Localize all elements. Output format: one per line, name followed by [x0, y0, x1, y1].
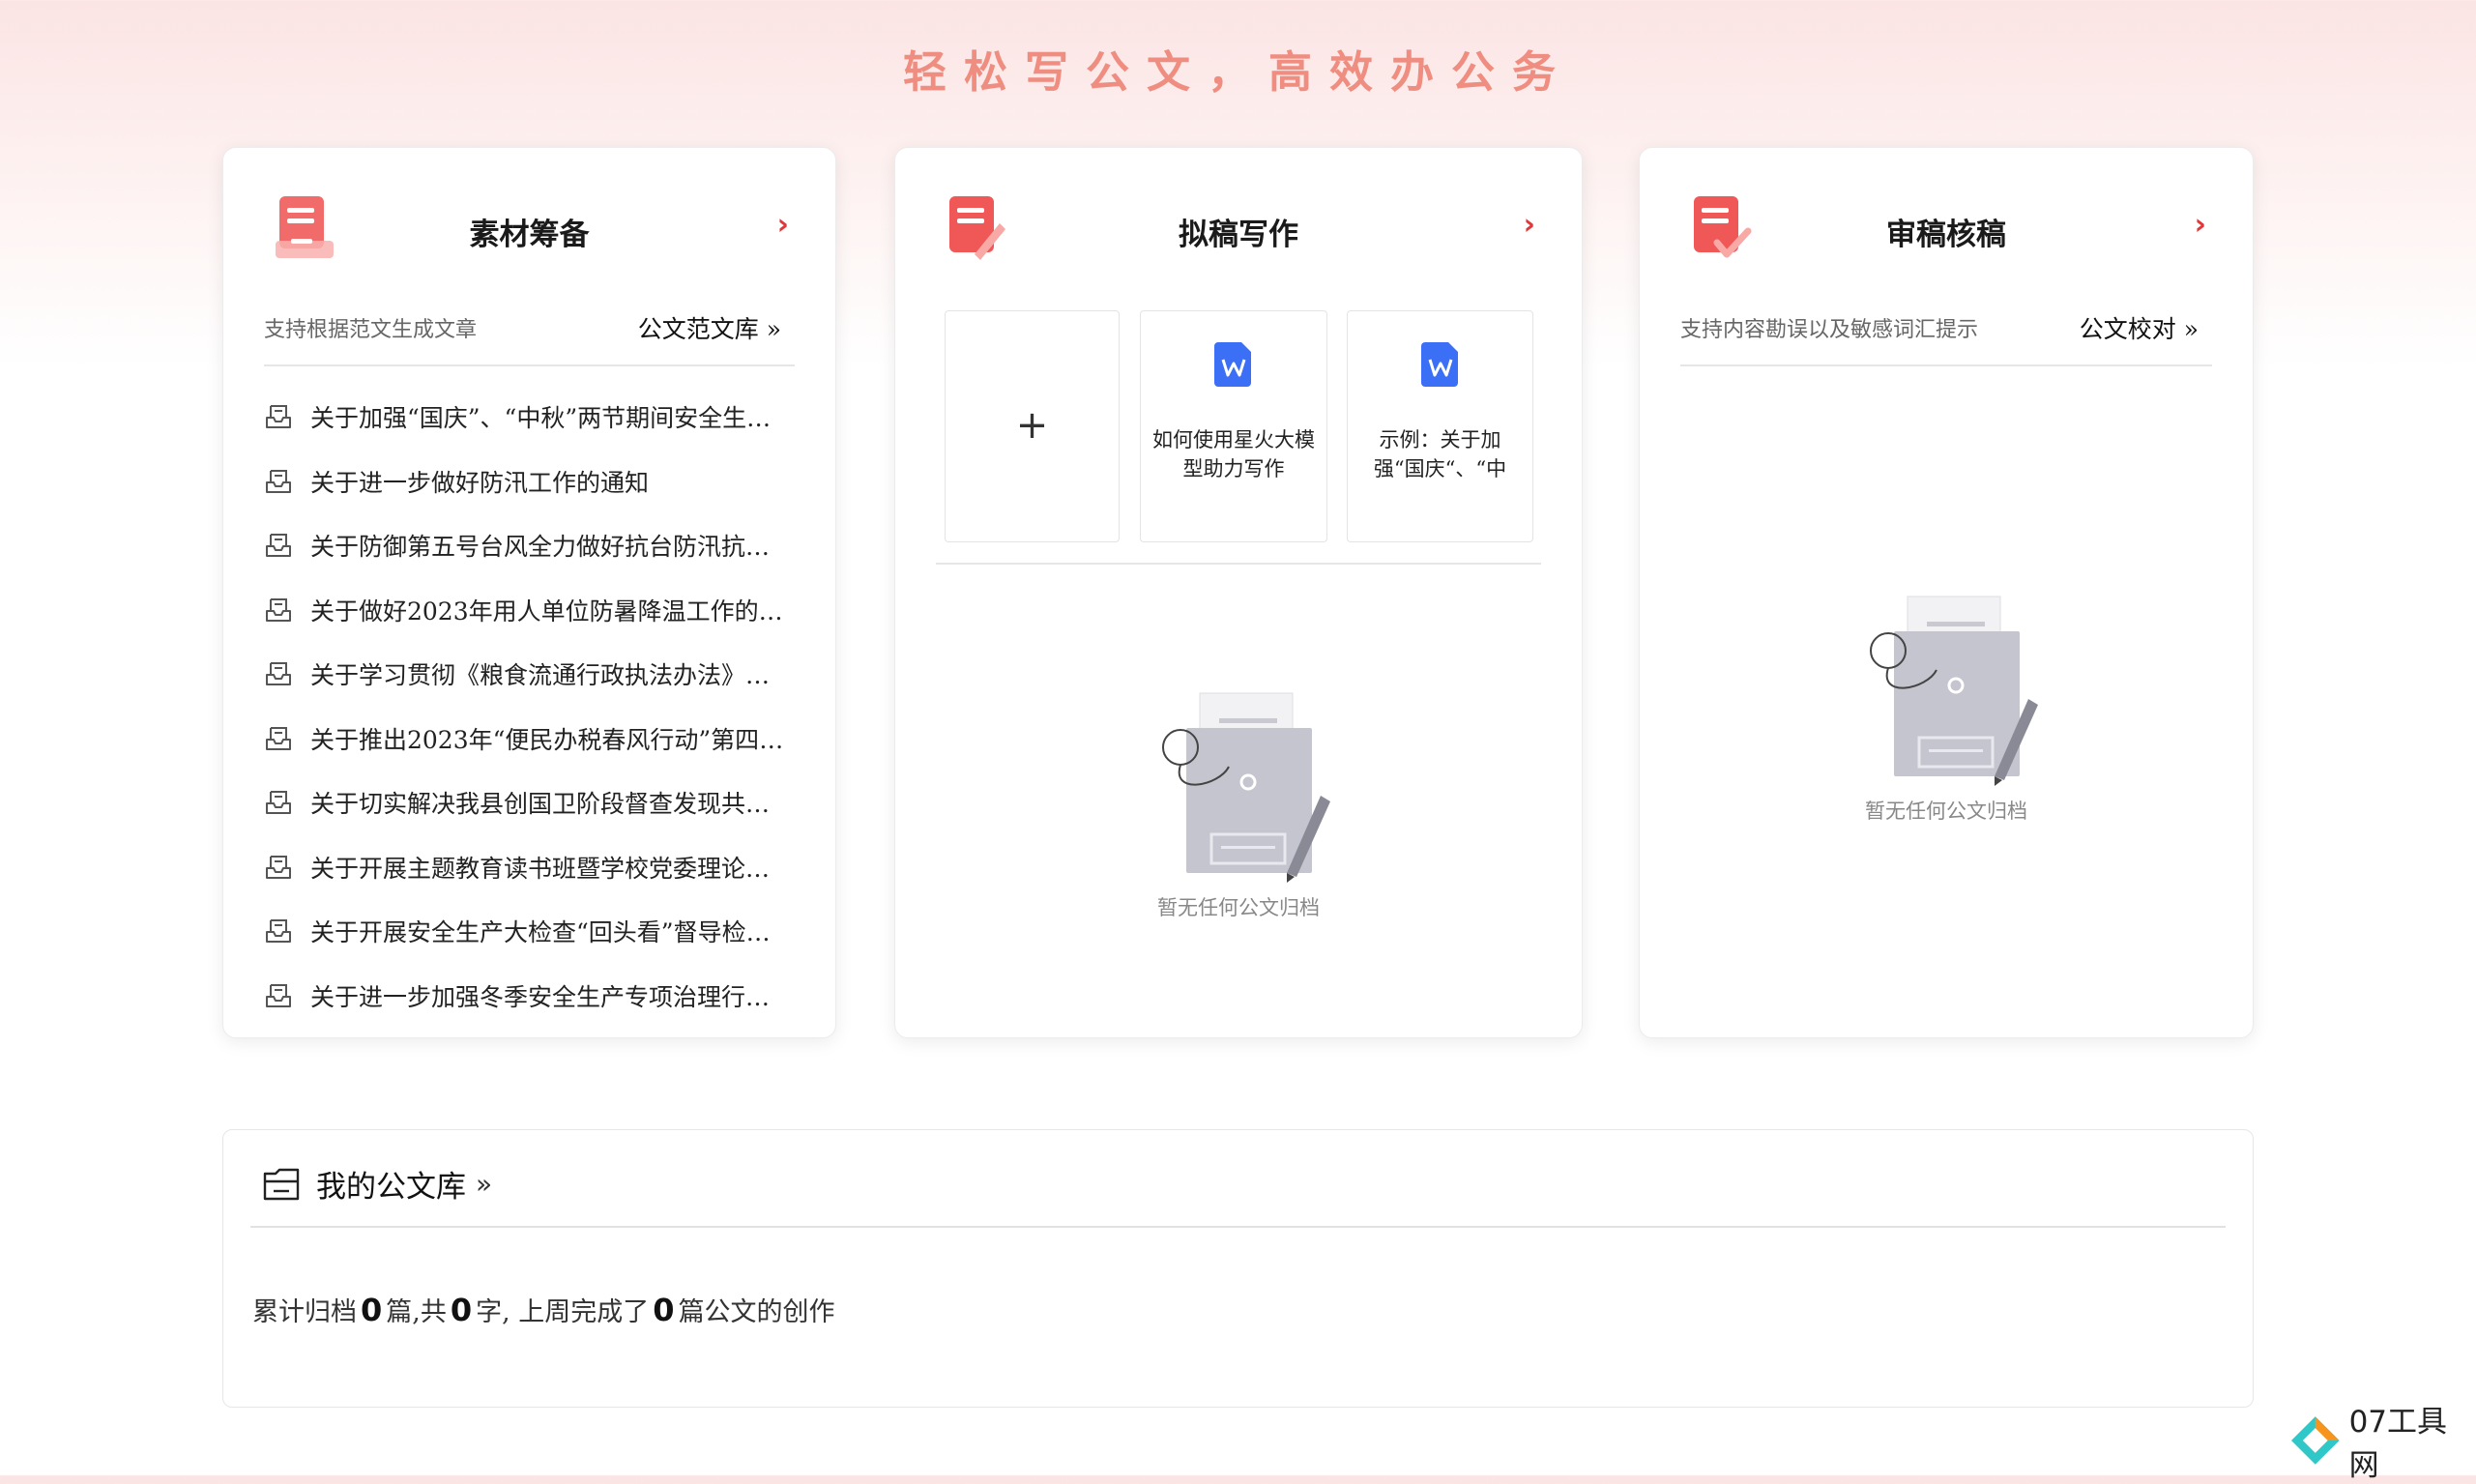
- site-watermark: 07工具网: [2289, 1405, 2476, 1483]
- my-library-panel: 我的公文库 » 累计归档 0 篇,共 0 字, 上周完成了 0 篇公文的创作: [222, 1129, 2254, 1408]
- materials-card: 素材筹备 › 支持根据范文生成文章 公文范文库 » 关于加强“国庆”、“中秋”两…: [222, 147, 836, 1038]
- template-doc-title: 关于进一步加强冬季安全生产专项治理行动的通知: [310, 982, 794, 1011]
- draft-doc-tile[interactable]: 示例：关于加强“国庆“、“中秋”两节期间安全生产工作的通知: [1347, 310, 1533, 542]
- template-doc-title: 关于推出2023年“便民办税春风行动”第四批措施的通知: [310, 725, 794, 754]
- empty-archive-icon: [1162, 692, 1330, 883]
- word-count: 0: [450, 1292, 473, 1328]
- stats-text: 字, 上周完成了: [476, 1297, 650, 1327]
- my-library-title: 我的公文库: [316, 1169, 466, 1205]
- template-doc-title: 关于加强“国庆”、“中秋”两节期间安全生产工作的通知: [310, 404, 794, 433]
- template-doc-title: 关于学习贯彻《粮食流通行政执法办法》的通知: [310, 661, 794, 690]
- template-doc-item[interactable]: 关于做好2023年用人单位防暑降温工作的通知: [264, 578, 795, 643]
- stats-text: 累计归档: [252, 1297, 357, 1327]
- materials-card-header: 素材筹备 ›: [223, 194, 835, 272]
- drafting-empty-state: 暂无任何公文归档: [895, 689, 1582, 921]
- materials-subrow: 支持根据范文生成文章 公文范文库 »: [264, 303, 795, 366]
- review-card: 审稿核稿 › 支持内容勘误以及敏感词汇提示 公文校对 » 暂无任何公文归档: [1639, 147, 2254, 1038]
- stats-text: 篇,共: [386, 1297, 447, 1327]
- review-title: 审稿核稿: [1886, 218, 2006, 252]
- inbox-doc-icon: [266, 405, 291, 429]
- template-doc-title: 关于做好2023年用人单位防暑降温工作的通知: [310, 597, 794, 626]
- template-doc-title: 关于开展安全生产大检查“回头看”督导检查的通知: [310, 918, 794, 947]
- drafting-divider: [936, 563, 1541, 565]
- archived-count: 0: [361, 1292, 383, 1328]
- watermark-logo-icon: [2290, 1416, 2340, 1465]
- template-doc-item[interactable]: 关于防御第五号台风全力做好抗台防汛抗灾工作的紧急通知: [264, 513, 795, 578]
- review-subtitle: 支持内容勘误以及敏感词汇提示: [1680, 318, 1979, 342]
- draft-doc-title: 如何使用星火大模型助力写作: [1152, 428, 1315, 480]
- draft-doc-tile[interactable]: 如何使用星火大模型助力写作: [1140, 310, 1327, 542]
- drafting-card-header: 拟稿写作 ›: [895, 194, 1582, 272]
- template-doc-item[interactable]: 关于推出2023年“便民办税春风行动”第四批措施的通知: [264, 707, 795, 771]
- page-hero-title: 轻松写公文，高效办公务: [902, 46, 1573, 98]
- inbox-doc-icon: [266, 919, 291, 944]
- drafting-chevron-icon[interactable]: ›: [1524, 208, 1535, 242]
- chevron-right-icon: »: [476, 1167, 493, 1200]
- review-empty-state: 暂无任何公文归档: [1640, 593, 2253, 825]
- template-doc-item[interactable]: 关于加强“国庆”、“中秋”两节期间安全生产工作的通知: [264, 385, 795, 450]
- review-subrow: 支持内容勘误以及敏感词汇提示 公文校对 »: [1680, 303, 2212, 366]
- inbox-doc-icon: [266, 726, 291, 750]
- template-doc-title: 关于开展主题教育读书班暨学校党委理论学习中心组学习的通知: [310, 854, 794, 883]
- inbox-doc-icon: [266, 983, 291, 1007]
- drafting-title: 拟稿写作: [1179, 218, 1298, 252]
- plus-icon: +: [1015, 403, 1049, 448]
- empty-archive-icon: [1870, 596, 2038, 786]
- template-doc-item[interactable]: 关于学习贯彻《粮食流通行政执法办法》的通知: [264, 642, 795, 707]
- template-doc-title: 关于防御第五号台风全力做好抗台防汛抗灾工作的紧急通知: [310, 533, 794, 562]
- my-library-stats: 累计归档 0 篇,共 0 字, 上周完成了 0 篇公文的创作: [252, 1291, 835, 1328]
- inbox-doc-icon: [266, 469, 291, 493]
- template-doc-item[interactable]: 关于切实解决我县创国卫阶段督查发现共性问题的通知: [264, 771, 795, 835]
- template-doc-list: 关于加强“国庆”、“中秋”两节期间安全生产工作的通知关于进一步做好防汛工作的通知…: [264, 385, 795, 1028]
- materials-title: 素材筹备: [469, 218, 590, 252]
- inbox-doc-icon: [266, 662, 291, 686]
- proofread-link[interactable]: 公文校对 »: [2080, 310, 2199, 345]
- inbox-doc-icon: [266, 597, 291, 622]
- draft-tiles: + 如何使用星火大模型助力写作 示例：关于加强“国庆“、“中秋”两节期间安全生产…: [945, 310, 1534, 544]
- review-chevron-icon[interactable]: ›: [2195, 208, 2206, 242]
- template-doc-item[interactable]: 关于开展安全生产大检查“回头看”督导检查的通知: [264, 899, 795, 964]
- review-empty-text: 暂无任何公文归档: [1865, 800, 2027, 823]
- template-doc-title: 关于进一步做好防汛工作的通知: [310, 468, 650, 497]
- draft-doc-title: 示例：关于加强“国庆“、“中秋”两节期间安全生产工作的通知: [1373, 428, 1507, 480]
- inbox-doc-icon: [266, 534, 291, 558]
- materials-chevron-icon[interactable]: ›: [777, 208, 789, 242]
- template-doc-item[interactable]: 关于开展主题教育读书班暨学校党委理论学习中心组学习的通知: [264, 835, 795, 900]
- last-week-count: 0: [653, 1292, 675, 1328]
- template-doc-title: 关于切实解决我县创国卫阶段督查发现共性问题的通知: [310, 790, 794, 819]
- template-doc-item[interactable]: 关于进一步做好防汛工作的通知: [264, 450, 795, 514]
- word-doc-icon: [1420, 342, 1458, 387]
- materials-subtitle: 支持根据范文生成文章: [264, 318, 478, 342]
- inbox-doc-icon: [266, 791, 291, 815]
- folder-icon: [263, 1168, 300, 1201]
- review-card-header: 审稿核稿 ›: [1640, 194, 2253, 272]
- new-draft-button[interactable]: +: [945, 310, 1120, 542]
- template-doc-item[interactable]: 关于进一步加强冬季安全生产专项治理行动的通知: [264, 964, 795, 1029]
- drafting-empty-text: 暂无任何公文归档: [1157, 896, 1320, 919]
- my-library-header[interactable]: 我的公文库 »: [262, 1159, 492, 1208]
- my-library-divider: [250, 1226, 2226, 1228]
- stats-text: 篇公文的创作: [678, 1297, 835, 1327]
- drafting-card: 拟稿写作 › + 如何使用星火大模型助力写作 示例：关于加强“国庆“、“中秋”两…: [894, 147, 1583, 1038]
- watermark-text: 07工具网: [2348, 1405, 2448, 1483]
- inbox-doc-icon: [266, 855, 291, 879]
- word-doc-icon: [1214, 342, 1251, 387]
- template-library-link[interactable]: 公文范文库 »: [638, 310, 781, 345]
